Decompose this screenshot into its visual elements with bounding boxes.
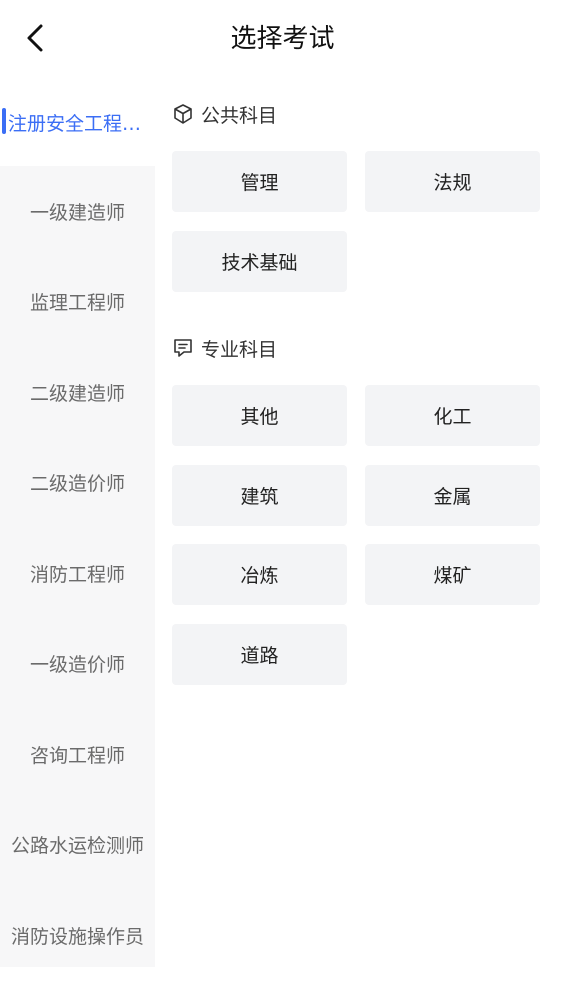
- active-indicator: [2, 108, 6, 134]
- subject-metal[interactable]: 金属: [365, 465, 540, 526]
- subject-construction[interactable]: 建筑: [172, 465, 347, 526]
- subject-technical-basics[interactable]: 技术基础: [172, 231, 347, 292]
- page-title: 选择考试: [230, 24, 335, 54]
- header: 选择考试: [0, 0, 565, 78]
- subject-other[interactable]: 其他: [172, 385, 347, 446]
- subject-label: 化工: [433, 406, 472, 428]
- sidebar-item-label: 二级造价师: [29, 473, 125, 496]
- subject-chemical[interactable]: 化工: [365, 385, 540, 446]
- section-title-text: 公共科目: [201, 104, 278, 127]
- sidebar-item-label: 监理工程师: [29, 292, 125, 315]
- section-title-public: 公共科目: [172, 99, 277, 129]
- subject-smelting[interactable]: 冶炼: [172, 544, 347, 605]
- subject-management[interactable]: 管理: [172, 151, 347, 212]
- sidebar-item-level2-constructor[interactable]: 二级建造师: [0, 347, 155, 438]
- subject-label: 建筑: [240, 486, 279, 508]
- sidebar-item-label: 咨询工程师: [29, 744, 125, 767]
- sidebar-item-level1-cost-engineer[interactable]: 一级造价师: [0, 619, 155, 710]
- sidebar-item-supervision-engineer[interactable]: 监理工程师: [0, 257, 155, 348]
- comment-icon: [172, 337, 194, 359]
- subject-label: 冶炼: [240, 565, 279, 587]
- subject-content: 公共科目 管理 法规 技术基础 专业科目 其他 化工 建筑 金属 冶炼 煤矿 道…: [155, 78, 565, 967]
- subject-label: 法规: [433, 172, 472, 194]
- subject-label: 技术基础: [221, 252, 298, 274]
- subject-label: 道路: [240, 645, 279, 667]
- sidebar-item-label: 消防工程师: [29, 563, 125, 586]
- sidebar-item-consulting-engineer[interactable]: 咨询工程师: [0, 709, 155, 800]
- sidebar-item-label: 公路水运检测师: [10, 835, 144, 858]
- subject-label: 其他: [240, 406, 279, 428]
- subject-label: 煤矿: [433, 565, 472, 587]
- sidebar-item-level1-constructor[interactable]: 一级建造师: [0, 166, 155, 257]
- subject-label: 管理: [240, 172, 279, 194]
- sidebar-item-safety-engineer[interactable]: 注册安全工程师…: [0, 78, 155, 166]
- subject-road[interactable]: 道路: [172, 624, 347, 685]
- sidebar-item-label: 消防设施操作员: [10, 925, 144, 948]
- sidebar-item-label: 注册安全工程师…: [8, 112, 155, 135]
- cube-icon: [172, 103, 194, 125]
- section-title-major: 专业科目: [172, 333, 277, 363]
- sidebar-item-label: 二级建造师: [29, 382, 125, 405]
- subject-label: 金属: [433, 486, 472, 508]
- subject-coal-mine[interactable]: 煤矿: [365, 544, 540, 605]
- sidebar-item-label: 一级造价师: [29, 654, 125, 677]
- sidebar-item-label: 一级建造师: [29, 201, 125, 224]
- sidebar-item-fire-engineer[interactable]: 消防工程师: [0, 528, 155, 619]
- sidebar-item-highway-inspector[interactable]: 公路水运检测师: [0, 800, 155, 891]
- section-title-text: 专业科目: [201, 338, 278, 361]
- subject-regulations[interactable]: 法规: [365, 151, 540, 212]
- exam-category-sidebar[interactable]: 注册安全工程师… 一级建造师 监理工程师 二级建造师 二级造价师 消防工程师 一…: [0, 78, 155, 967]
- sidebar-item-level2-cost-engineer[interactable]: 二级造价师: [0, 438, 155, 529]
